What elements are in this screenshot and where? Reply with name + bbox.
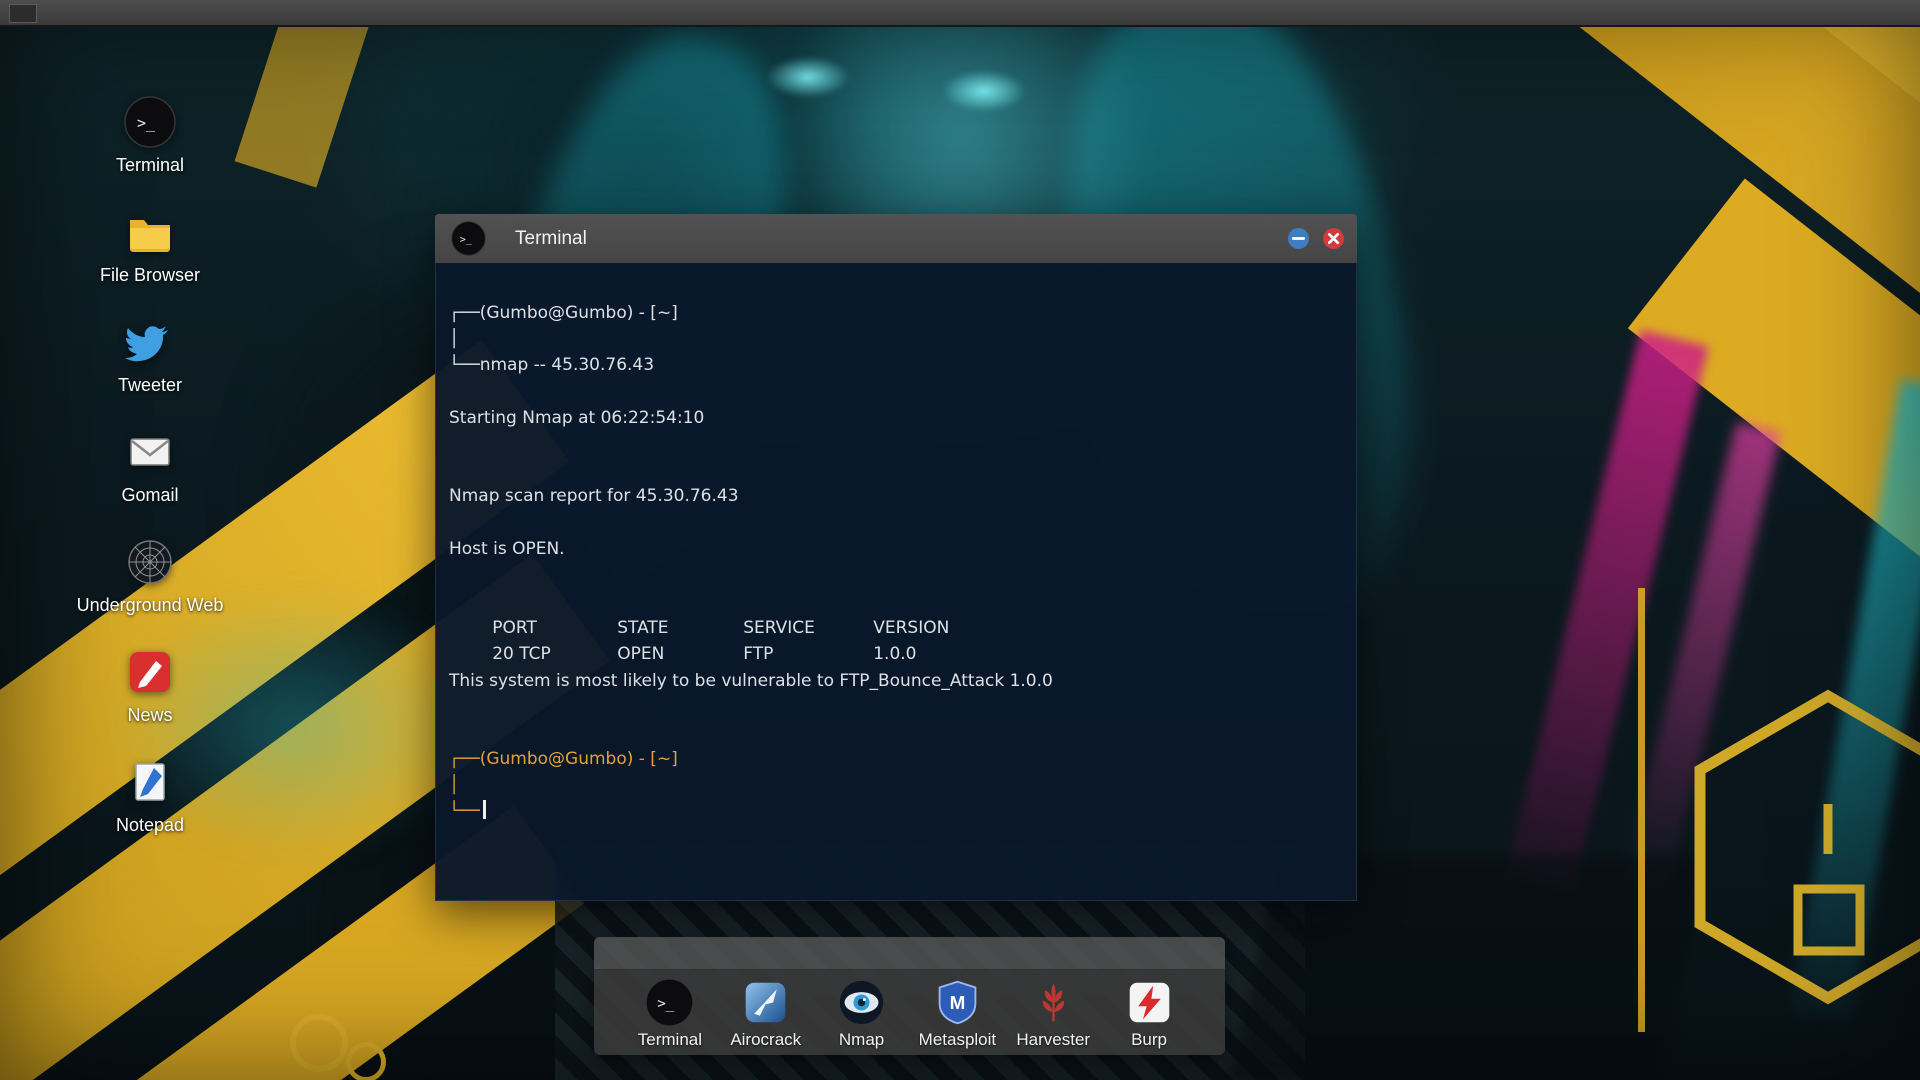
desktop-icon-terminal[interactable]: >_ Terminal [75,96,225,176]
wheat-icon [1029,978,1078,1027]
terminal-line: │ [449,775,460,795]
metasploit-letter: M [950,992,966,1013]
terminal-icon: >_ [451,221,486,256]
desktop-icon-tweeter[interactable]: Tweeter [75,316,225,396]
terminal-icon: >_ [124,96,176,148]
window-titlebar[interactable]: >_ Terminal [435,214,1357,263]
table-cell-version: 1.0.0 [873,644,917,664]
desktop-icon-column: >_ Terminal File Browser Tweeter Gomail … [75,96,225,866]
wallpaper-yellow-ring [290,1014,348,1072]
desktop-icon-label: Gomail [121,485,179,505]
dock-item-label: Harvester [1016,1030,1091,1049]
dock-item-harvester[interactable]: Harvester [1005,978,1101,1055]
dock-handle-strip[interactable] [594,937,1225,970]
wallpaper-yellow-line [1638,588,1645,1032]
airocrack-icon [741,978,790,1027]
desktop-icon-label: Terminal [115,155,185,175]
port-table-header: PORT STATE SERVICE VERSION [449,589,1336,638]
terminal-output[interactable]: ┌──(Gumbo@Gumbo) - [~] │ └──nmap -- 45.3… [435,263,1357,901]
wallpaper-yellow-shape [234,0,388,188]
web-globe-icon [124,536,176,588]
terminal-line: └──nmap -- 45.30.76.43 [449,355,655,375]
window-title: Terminal [515,228,587,249]
wallpaper-eye-left [766,56,850,98]
table-cell-port: 20 TCP [492,644,551,664]
terminal-icon: >_ [645,978,695,1027]
dock-item-burp[interactable]: Burp [1101,978,1197,1055]
prompt-text: └── [449,801,480,821]
table-cell-state: OPEN [617,644,665,664]
wallpaper-yellow-ring [346,1042,386,1080]
terminal-window: >_ Terminal ┌──(Gumbo@Gumbo) - [~] │ └──… [435,214,1357,901]
table-cell-service: FTP [743,644,774,664]
table-header-service: SERVICE [743,618,815,638]
dock-icon-row: >_ Terminal Airocrack Nmap M Metasploit … [594,970,1225,1055]
wallpaper-eye-right [942,70,1026,112]
minimize-button[interactable] [1288,228,1309,249]
dock-item-label: Nmap [838,1030,885,1049]
desktop-icon-label: Tweeter [117,375,183,395]
folder-icon [124,206,176,258]
table-header-state: STATE [617,618,669,638]
table-header-port: PORT [492,618,537,638]
desktop-icon-label: File Browser [99,265,201,285]
desktop: >_ Terminal File Browser Tweeter Gomail … [0,0,1920,1080]
terminal-line: Nmap scan report for 45.30.76.43 [449,486,739,506]
terminal-line: Starting Nmap at 06:22:54:10 [449,408,705,428]
close-button[interactable] [1323,228,1344,249]
bird-icon [124,316,176,368]
terminal-glyph: >_ [460,235,473,246]
dock-item-label: Terminal [637,1030,703,1049]
terminal-line: ┌──(Gumbo@Gumbo) - [~] [449,303,678,323]
terminal-line: │ [449,329,460,349]
eye-icon [837,978,886,1027]
dock-item-airocrack[interactable]: Airocrack [718,978,814,1055]
topbar-menu-button[interactable] [9,4,37,23]
wallpaper-hexagon [1694,689,1920,1005]
text-cursor [482,800,486,819]
dock-item-terminal[interactable]: >_ Terminal [622,978,718,1055]
desktop-icon-file-browser[interactable]: File Browser [75,206,225,286]
table-header-version: VERSION [873,618,950,638]
terminal-glyph: >_ [658,996,676,1012]
desktop-icon-gomail[interactable]: Gomail [75,426,225,506]
notepad-icon [124,756,176,808]
close-icon [1327,232,1340,245]
envelope-icon [124,426,176,478]
desktop-icon-news[interactable]: News [75,646,225,726]
dock-item-nmap[interactable]: Nmap [814,978,910,1055]
top-bar [0,0,1920,27]
news-icon [124,646,176,698]
desktop-icon-label: Notepad [115,815,185,835]
desktop-icon-label: Underground Web [76,595,224,615]
terminal-line: ┌──(Gumbo@Gumbo) - [~] [449,749,678,769]
desktop-icon-underground-web[interactable]: Underground Web [75,536,225,616]
dock-item-label: Burp [1131,1030,1168,1049]
desktop-icon-notepad[interactable]: Notepad [75,756,225,836]
dock-item-metasploit[interactable]: M Metasploit [909,978,1005,1055]
terminal-prompt-line: └── [449,798,1336,824]
terminal-glyph: >_ [137,114,156,132]
dock-item-label: Metasploit [918,1030,997,1049]
metasploit-shield-icon: M [933,978,982,1027]
terminal-line: Host is OPEN. [449,539,565,559]
terminal-line: This system is most likely to be vulnera… [449,671,1053,691]
dock: >_ Terminal Airocrack Nmap M Metasploit … [594,937,1225,1055]
desktop-icon-label: News [127,705,173,725]
dock-item-label: Airocrack [730,1030,802,1049]
lightning-icon [1125,978,1174,1027]
minimize-icon [1291,237,1306,240]
